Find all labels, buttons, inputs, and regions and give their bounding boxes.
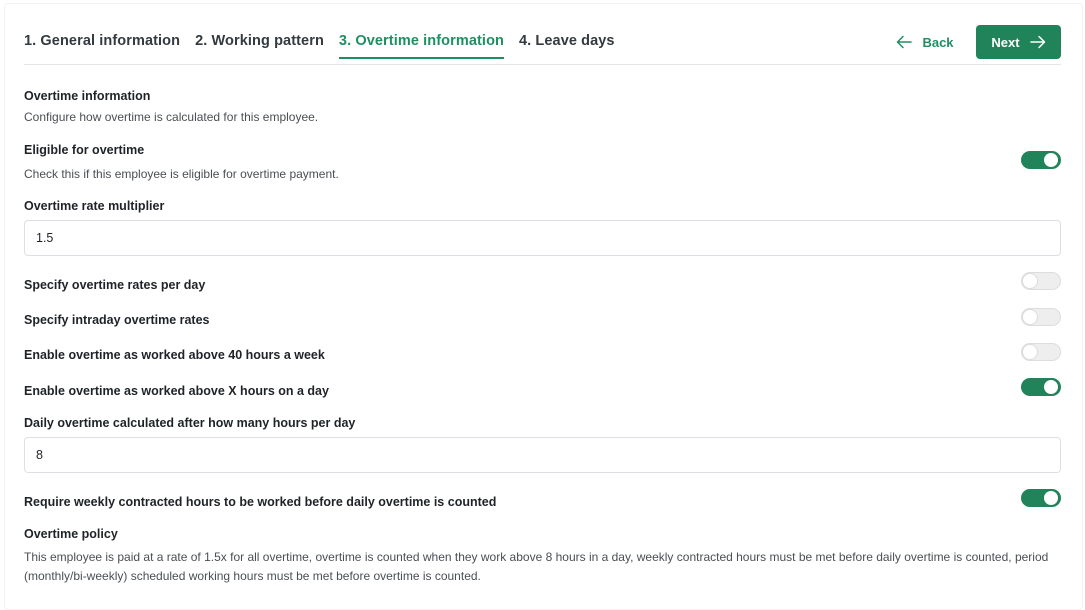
tab-leave-days[interactable]: 4. Leave days — [519, 28, 615, 57]
overtime-rate-value: 1.5 — [36, 231, 54, 245]
step-tabs: 1. General information 2. Working patter… — [24, 28, 630, 64]
policy-text: This employee is paid at a rate of 1.5x … — [24, 550, 1049, 583]
per-day-rates-label: Specify overtime rates per day — [24, 278, 206, 292]
section-subtitle: Configure how overtime is calculated for… — [24, 110, 319, 124]
toggle-knob — [1044, 491, 1058, 505]
per-day-rates-toggle[interactable] — [1021, 272, 1061, 290]
header-divider — [24, 64, 1061, 65]
toggle-knob — [1044, 380, 1058, 394]
above-x-hours-label: Enable overtime as worked above X hours … — [24, 384, 329, 398]
policy-title: Overtime policy — [24, 527, 118, 541]
eligible-overtime-description: Check this if this employee is eligible … — [24, 167, 339, 181]
arrow-right-icon — [1029, 35, 1046, 49]
eligible-overtime-label: Eligible for overtime — [24, 143, 145, 157]
above-40-hours-toggle[interactable] — [1021, 343, 1061, 361]
wizard-panel — [4, 3, 1083, 610]
tab-general-information[interactable]: 1. General information — [24, 28, 180, 57]
daily-hours-input[interactable]: 8 — [24, 437, 1061, 473]
intraday-rates-label: Specify intraday overtime rates — [24, 313, 210, 327]
next-button-label: Next — [991, 34, 1020, 50]
overtime-rate-label: Overtime rate multiplier — [24, 199, 165, 213]
back-button[interactable]: Back — [888, 28, 962, 56]
next-button[interactable]: Next — [976, 25, 1061, 59]
arrow-left-icon — [896, 35, 913, 49]
back-button-label: Back — [922, 34, 954, 50]
toggle-knob — [1023, 310, 1037, 324]
toggle-knob — [1023, 274, 1037, 288]
tab-overtime-information[interactable]: 3. Overtime information — [338, 28, 504, 59]
daily-hours-value: 8 — [36, 448, 43, 462]
tab-working-pattern[interactable]: 2. Working pattern — [195, 28, 324, 57]
require-weekly-hours-toggle[interactable] — [1021, 489, 1061, 507]
section-title: Overtime information — [24, 89, 151, 103]
require-weekly-hours-label: Require weekly contracted hours to be wo… — [24, 495, 497, 509]
above-x-hours-toggle[interactable] — [1021, 378, 1061, 396]
eligible-overtime-toggle[interactable] — [1021, 151, 1061, 169]
toggle-knob — [1044, 153, 1058, 167]
above-40-hours-label: Enable overtime as worked above 40 hours… — [24, 348, 325, 362]
intraday-rates-toggle[interactable] — [1021, 308, 1061, 326]
daily-hours-label: Daily overtime calculated after how many… — [24, 416, 356, 430]
toggle-knob — [1023, 345, 1037, 359]
overtime-rate-input[interactable]: 1.5 — [24, 220, 1061, 256]
